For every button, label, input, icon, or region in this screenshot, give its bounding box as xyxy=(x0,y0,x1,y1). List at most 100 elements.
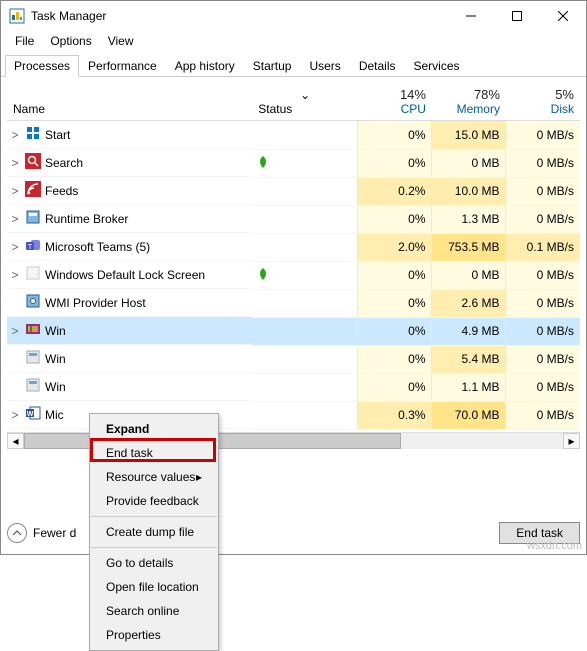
context-menu: Expand End task Resource values▸ Provide… xyxy=(89,413,219,651)
sort-indicator-icon: ⌄ xyxy=(258,88,352,102)
process-icon xyxy=(25,377,41,396)
ctx-provide-feedback[interactable]: Provide feedback xyxy=(90,489,218,513)
status-cell xyxy=(252,401,358,429)
mem-cell: 10.0 MB xyxy=(432,177,506,205)
table-row[interactable]: >Search0%0 MB0 MB/s xyxy=(7,149,580,177)
maximize-button[interactable] xyxy=(494,1,540,31)
expand-chevron-icon[interactable]: > xyxy=(9,128,21,142)
app-icon xyxy=(9,8,25,24)
disk-cell: 0 MB/s xyxy=(506,289,580,317)
process-name-cell[interactable]: WMI Provider Host xyxy=(7,289,252,317)
process-icon: T xyxy=(25,237,41,256)
tab-startup[interactable]: Startup xyxy=(244,55,301,76)
mem-cell: 0 MB xyxy=(432,261,506,289)
cpu-pct: 14% xyxy=(364,87,426,102)
table-row[interactable]: Win0%5.4 MB0 MB/s xyxy=(7,345,580,373)
col-status[interactable]: ⌄ Status xyxy=(252,83,358,121)
expand-chevron-icon[interactable]: > xyxy=(9,408,21,422)
cpu-cell: 0% xyxy=(358,205,432,233)
ctx-properties[interactable]: Properties xyxy=(90,623,218,647)
process-name-cell[interactable]: Win xyxy=(7,373,252,401)
process-icon xyxy=(25,349,41,368)
process-name-cell[interactable]: >TMicrosoft Teams (5) xyxy=(7,233,252,261)
svg-text:W: W xyxy=(27,411,34,418)
status-cell xyxy=(252,317,358,345)
table-row[interactable]: >Runtime Broker0%1.3 MB0 MB/s xyxy=(7,205,580,233)
ctx-resource-values[interactable]: Resource values▸ xyxy=(90,465,218,489)
close-button[interactable] xyxy=(540,1,586,31)
table-row[interactable]: >Feeds0.2%10.0 MB0 MB/s xyxy=(7,177,580,205)
process-name-cell[interactable]: >Runtime Broker xyxy=(7,205,252,233)
table-row[interactable]: WMI Provider Host0%2.6 MB0 MB/s xyxy=(7,289,580,317)
table-row[interactable]: >Windows Default Lock Screen0%0 MB0 MB/s xyxy=(7,261,580,289)
col-disk[interactable]: 5% Disk xyxy=(506,83,580,121)
fewer-details-label: Fewer d xyxy=(33,526,76,540)
mem-cell: 4.9 MB xyxy=(432,317,506,345)
ctx-create-dump[interactable]: Create dump file xyxy=(90,520,218,544)
cpu-cell: 2.0% xyxy=(358,233,432,261)
process-name-cell[interactable]: >Search xyxy=(7,149,252,177)
process-icon: W xyxy=(25,405,41,424)
mem-cell: 1.1 MB xyxy=(432,373,506,401)
table-row[interactable]: Win0%1.1 MB0 MB/s xyxy=(7,373,580,401)
process-name-cell[interactable]: >Feeds xyxy=(7,177,252,205)
tab-performance[interactable]: Performance xyxy=(79,55,166,76)
leaf-icon xyxy=(258,155,268,169)
disk-cell: 0.1 MB/s xyxy=(506,233,580,261)
cpu-cell: 0% xyxy=(358,121,432,150)
tab-users[interactable]: Users xyxy=(300,55,349,76)
titlebar[interactable]: Task Manager xyxy=(1,1,586,31)
process-name-cell[interactable]: > Windows Default Lock Screen xyxy=(7,261,252,289)
process-name: Windows Default Lock Screen xyxy=(45,268,205,282)
cpu-cell: 0.2% xyxy=(358,177,432,205)
process-name: Win xyxy=(45,324,66,338)
menu-file[interactable]: File xyxy=(9,32,40,50)
col-memory[interactable]: 78% Memory xyxy=(432,83,506,121)
expand-chevron-icon[interactable]: > xyxy=(9,240,21,254)
fewer-details-button[interactable]: Fewer d xyxy=(7,523,76,543)
ctx-expand[interactable]: Expand xyxy=(90,417,218,441)
mem-cell: 2.6 MB xyxy=(432,289,506,317)
ctx-search-online[interactable]: Search online xyxy=(90,599,218,623)
tab-services[interactable]: Services xyxy=(405,55,469,76)
expand-chevron-icon[interactable]: > xyxy=(9,268,21,282)
col-cpu[interactable]: 14% CPU xyxy=(358,83,432,121)
process-name-cell[interactable]: > Win xyxy=(7,317,252,345)
expand-chevron-icon[interactable]: > xyxy=(9,212,21,226)
scroll-left-icon[interactable]: ◂ xyxy=(7,433,24,449)
ctx-open-file-location[interactable]: Open file location xyxy=(90,575,218,599)
tab-app-history[interactable]: App history xyxy=(166,55,244,76)
status-cell xyxy=(252,121,358,150)
table-row[interactable]: >TMicrosoft Teams (5)2.0%753.5 MB0.1 MB/… xyxy=(7,233,580,261)
col-name[interactable]: Name xyxy=(7,83,252,121)
process-name: Win xyxy=(45,380,66,394)
menu-view[interactable]: View xyxy=(102,32,140,50)
expand-chevron-icon[interactable]: > xyxy=(9,184,21,198)
submenu-arrow-icon: ▸ xyxy=(196,470,202,484)
cpu-label: CPU xyxy=(364,102,426,116)
ctx-end-task[interactable]: End task xyxy=(90,441,218,465)
ctx-resource-values-label: Resource values xyxy=(106,470,195,484)
process-name-cell[interactable]: Win xyxy=(7,345,252,373)
scroll-right-icon[interactable]: ▸ xyxy=(563,433,580,449)
table-row[interactable]: >Win0%4.9 MB0 MB/s xyxy=(7,317,580,345)
cpu-cell: 0% xyxy=(358,261,432,289)
status-cell xyxy=(252,233,358,261)
disk-cell: 0 MB/s xyxy=(506,317,580,345)
svg-text:T: T xyxy=(28,244,33,251)
disk-pct: 5% xyxy=(512,87,574,102)
disk-label: Disk xyxy=(512,102,574,116)
tab-processes[interactable]: Processes xyxy=(5,55,79,77)
status-cell xyxy=(252,149,358,177)
process-name-cell[interactable]: >Start xyxy=(7,121,252,149)
expand-chevron-icon[interactable]: > xyxy=(9,324,21,338)
window-title: Task Manager xyxy=(31,9,106,23)
table-row[interactable]: >Start0%15.0 MB0 MB/s xyxy=(7,121,580,150)
disk-cell: 0 MB/s xyxy=(506,373,580,401)
status-header: Status xyxy=(258,102,292,116)
menu-options[interactable]: Options xyxy=(44,32,97,50)
expand-chevron-icon[interactable]: > xyxy=(9,156,21,170)
minimize-button[interactable] xyxy=(448,1,494,31)
tab-details[interactable]: Details xyxy=(350,55,405,76)
process-icon xyxy=(25,153,41,172)
